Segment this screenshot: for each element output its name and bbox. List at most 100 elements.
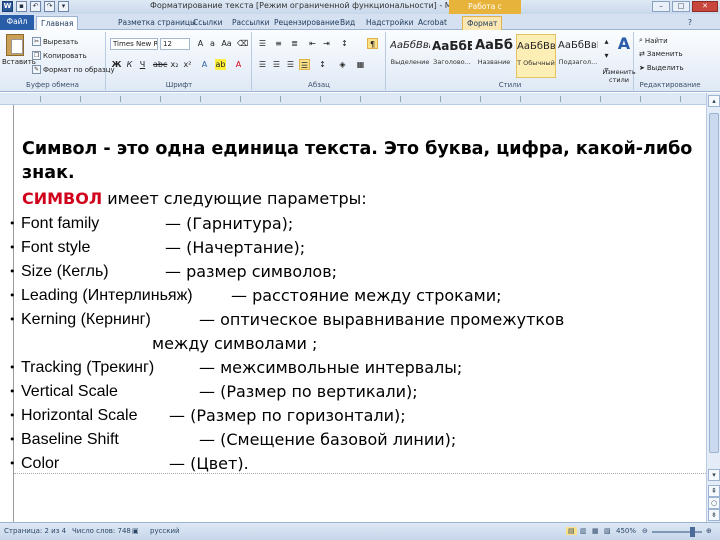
- show-marks-icon[interactable]: ¶: [367, 38, 378, 49]
- paste-button[interactable]: Вставить: [2, 34, 36, 76]
- cut-button[interactable]: ✂ Вырезать: [32, 36, 78, 47]
- paste-label: Вставить: [2, 58, 36, 66]
- style-subtitle[interactable]: АаБбВвГ Подзагол...: [558, 34, 598, 78]
- superscript-icon[interactable]: x²: [182, 59, 193, 70]
- tab-file[interactable]: Файл: [0, 15, 34, 30]
- list-item: • Baseline Shift — (Смещение базовой лин…: [9, 429, 509, 451]
- draft-view-icon[interactable]: ▧: [604, 527, 611, 535]
- style-sample: АаБб: [475, 38, 513, 53]
- maximize-button[interactable]: □: [672, 1, 690, 12]
- multilevel-list-icon[interactable]: ≣: [289, 38, 300, 49]
- zoom-level[interactable]: 450%: [616, 527, 636, 535]
- align-left-icon[interactable]: ☰: [257, 59, 268, 70]
- numbering-icon[interactable]: ≡: [273, 38, 284, 49]
- print-layout-icon[interactable]: ▤: [566, 527, 577, 535]
- styles-scroll-down-icon[interactable]: ▾: [601, 50, 612, 61]
- clear-formatting-icon[interactable]: ⌫: [237, 38, 248, 49]
- scroll-up-icon[interactable]: ▴: [708, 95, 720, 107]
- scroll-down-icon[interactable]: ▾: [708, 469, 720, 481]
- change-styles-button[interactable]: A: [615, 34, 633, 53]
- increase-indent-icon[interactable]: ⇥: [321, 38, 332, 49]
- vertical-scrollbar[interactable]: ▴ ▾ ⇞ ○ ⇟: [706, 93, 720, 522]
- tab-page-layout[interactable]: Разметка страницы: [114, 16, 200, 30]
- align-center-icon[interactable]: ☰: [271, 59, 282, 70]
- change-case-icon[interactable]: Aa: [221, 38, 232, 49]
- select-browse-object-icon[interactable]: ○: [708, 497, 720, 509]
- tab-acrobat[interactable]: Acrobat: [414, 16, 451, 30]
- find-label: Найти: [644, 36, 668, 45]
- zoom-out-icon[interactable]: ⊖: [642, 527, 648, 535]
- list-item: • Horizontal Scale — (Размер по горизонт…: [9, 405, 509, 427]
- find-button[interactable]: ⌕ Найти: [639, 36, 668, 45]
- param-desc: — межсимвольные интервалы;: [199, 358, 463, 377]
- paragraph-group: ☰ ≡ ≣ ⇤ ⇥ ↕ ¶ ☰ ☰ ☰ ☰ ↕ ◈ ▦ Абзац: [253, 32, 386, 90]
- tab-view[interactable]: Вид: [336, 16, 359, 30]
- next-page-icon[interactable]: ⇟: [708, 509, 720, 521]
- sort-icon[interactable]: ↕: [339, 38, 350, 49]
- borders-icon[interactable]: ▦: [355, 59, 366, 70]
- close-button[interactable]: ✕: [692, 1, 718, 12]
- page-count[interactable]: Страница: 2 из 4: [4, 527, 66, 535]
- grow-font-icon[interactable]: A: [195, 38, 206, 49]
- tab-addins[interactable]: Надстройки: [362, 16, 418, 30]
- param-name: Vertical Scale: [21, 383, 118, 400]
- full-screen-reading-icon[interactable]: ▥: [580, 527, 587, 535]
- tab-format[interactable]: Формат: [462, 16, 503, 30]
- horizontal-ruler[interactable]: [0, 93, 720, 105]
- word-logo-icon: W: [2, 1, 13, 12]
- tab-home[interactable]: Главная: [36, 16, 79, 30]
- paintbrush-icon: ✎: [32, 65, 41, 74]
- scrollbar-thumb[interactable]: [709, 113, 719, 453]
- line-spacing-icon[interactable]: ↕: [317, 59, 328, 70]
- shrink-font-icon[interactable]: a: [207, 38, 218, 49]
- list-item: • Color — (Цвет).: [9, 453, 409, 475]
- style-heading[interactable]: АаБбЕ Заголово...: [432, 34, 472, 78]
- binoculars-icon: ⌕: [639, 36, 643, 44]
- underline-icon[interactable]: Ч: [137, 59, 148, 70]
- redo-icon[interactable]: ↷: [44, 1, 55, 12]
- bullets-icon[interactable]: ☰: [257, 38, 268, 49]
- style-normal[interactable]: АаБбВвГ Т Обычный: [516, 34, 556, 78]
- undo-icon[interactable]: ↶: [30, 1, 41, 12]
- styles-scroll-up-icon[interactable]: ▴: [601, 36, 612, 47]
- minimize-button[interactable]: –: [652, 1, 670, 12]
- decrease-indent-icon[interactable]: ⇤: [307, 38, 318, 49]
- param-desc: — размер символов;: [165, 262, 338, 281]
- editing-group: ⌕ Найти ⇄ Заменить ➤ Выделить Редактиров…: [635, 32, 705, 90]
- document-page[interactable]: Символ - это одна единица текста. Это бу…: [0, 105, 706, 522]
- tab-references[interactable]: Ссылки: [189, 16, 226, 30]
- word-count[interactable]: Число слов: 748: [72, 527, 131, 535]
- bullet-icon: •: [9, 313, 16, 326]
- select-button[interactable]: ➤ Выделить: [639, 64, 684, 72]
- copy-button[interactable]: ❐ Копировать: [32, 50, 87, 61]
- zoom-slider-knob[interactable]: [690, 527, 695, 537]
- font-size-combo[interactable]: 12: [160, 38, 190, 50]
- replace-button[interactable]: ⇄ Заменить: [639, 50, 683, 58]
- param-desc: — (Размер по горизонтали);: [169, 406, 406, 425]
- help-icon[interactable]: ?: [684, 16, 696, 30]
- align-right-icon[interactable]: ☰: [285, 59, 296, 70]
- style-title[interactable]: АаБб Название: [474, 34, 514, 78]
- kerning-continuation: между символами ;: [152, 334, 318, 353]
- italic-icon[interactable]: К: [124, 59, 135, 70]
- tab-mailings[interactable]: Рассылки: [228, 16, 274, 30]
- text-effects-icon[interactable]: A: [199, 59, 210, 70]
- language-indicator[interactable]: русский: [150, 527, 180, 535]
- spellcheck-icon[interactable]: ▣: [132, 527, 139, 535]
- justify-icon[interactable]: ☰: [299, 59, 310, 70]
- customize-qat-icon[interactable]: ▾: [58, 1, 69, 12]
- shading-icon[interactable]: ◈: [337, 59, 348, 70]
- strikethrough-icon[interactable]: abc: [153, 59, 167, 70]
- save-icon[interactable]: ▪: [16, 1, 27, 12]
- web-layout-icon[interactable]: ▦: [592, 527, 599, 535]
- font-name-combo[interactable]: Times New Rc: [110, 38, 158, 50]
- highlight-icon[interactable]: ab: [215, 59, 226, 70]
- previous-page-icon[interactable]: ⇞: [708, 485, 720, 497]
- bold-icon[interactable]: Ж: [111, 59, 122, 70]
- font-color-icon[interactable]: A: [233, 59, 244, 70]
- zoom-in-icon[interactable]: ⊕: [706, 527, 712, 535]
- subscript-icon[interactable]: x₂: [169, 59, 180, 70]
- format-painter-button[interactable]: ✎ Формат по образцу: [32, 64, 115, 75]
- style-emphasis[interactable]: АаБбВвГ Выделение: [390, 34, 430, 78]
- tab-review[interactable]: Рецензирование: [270, 16, 343, 30]
